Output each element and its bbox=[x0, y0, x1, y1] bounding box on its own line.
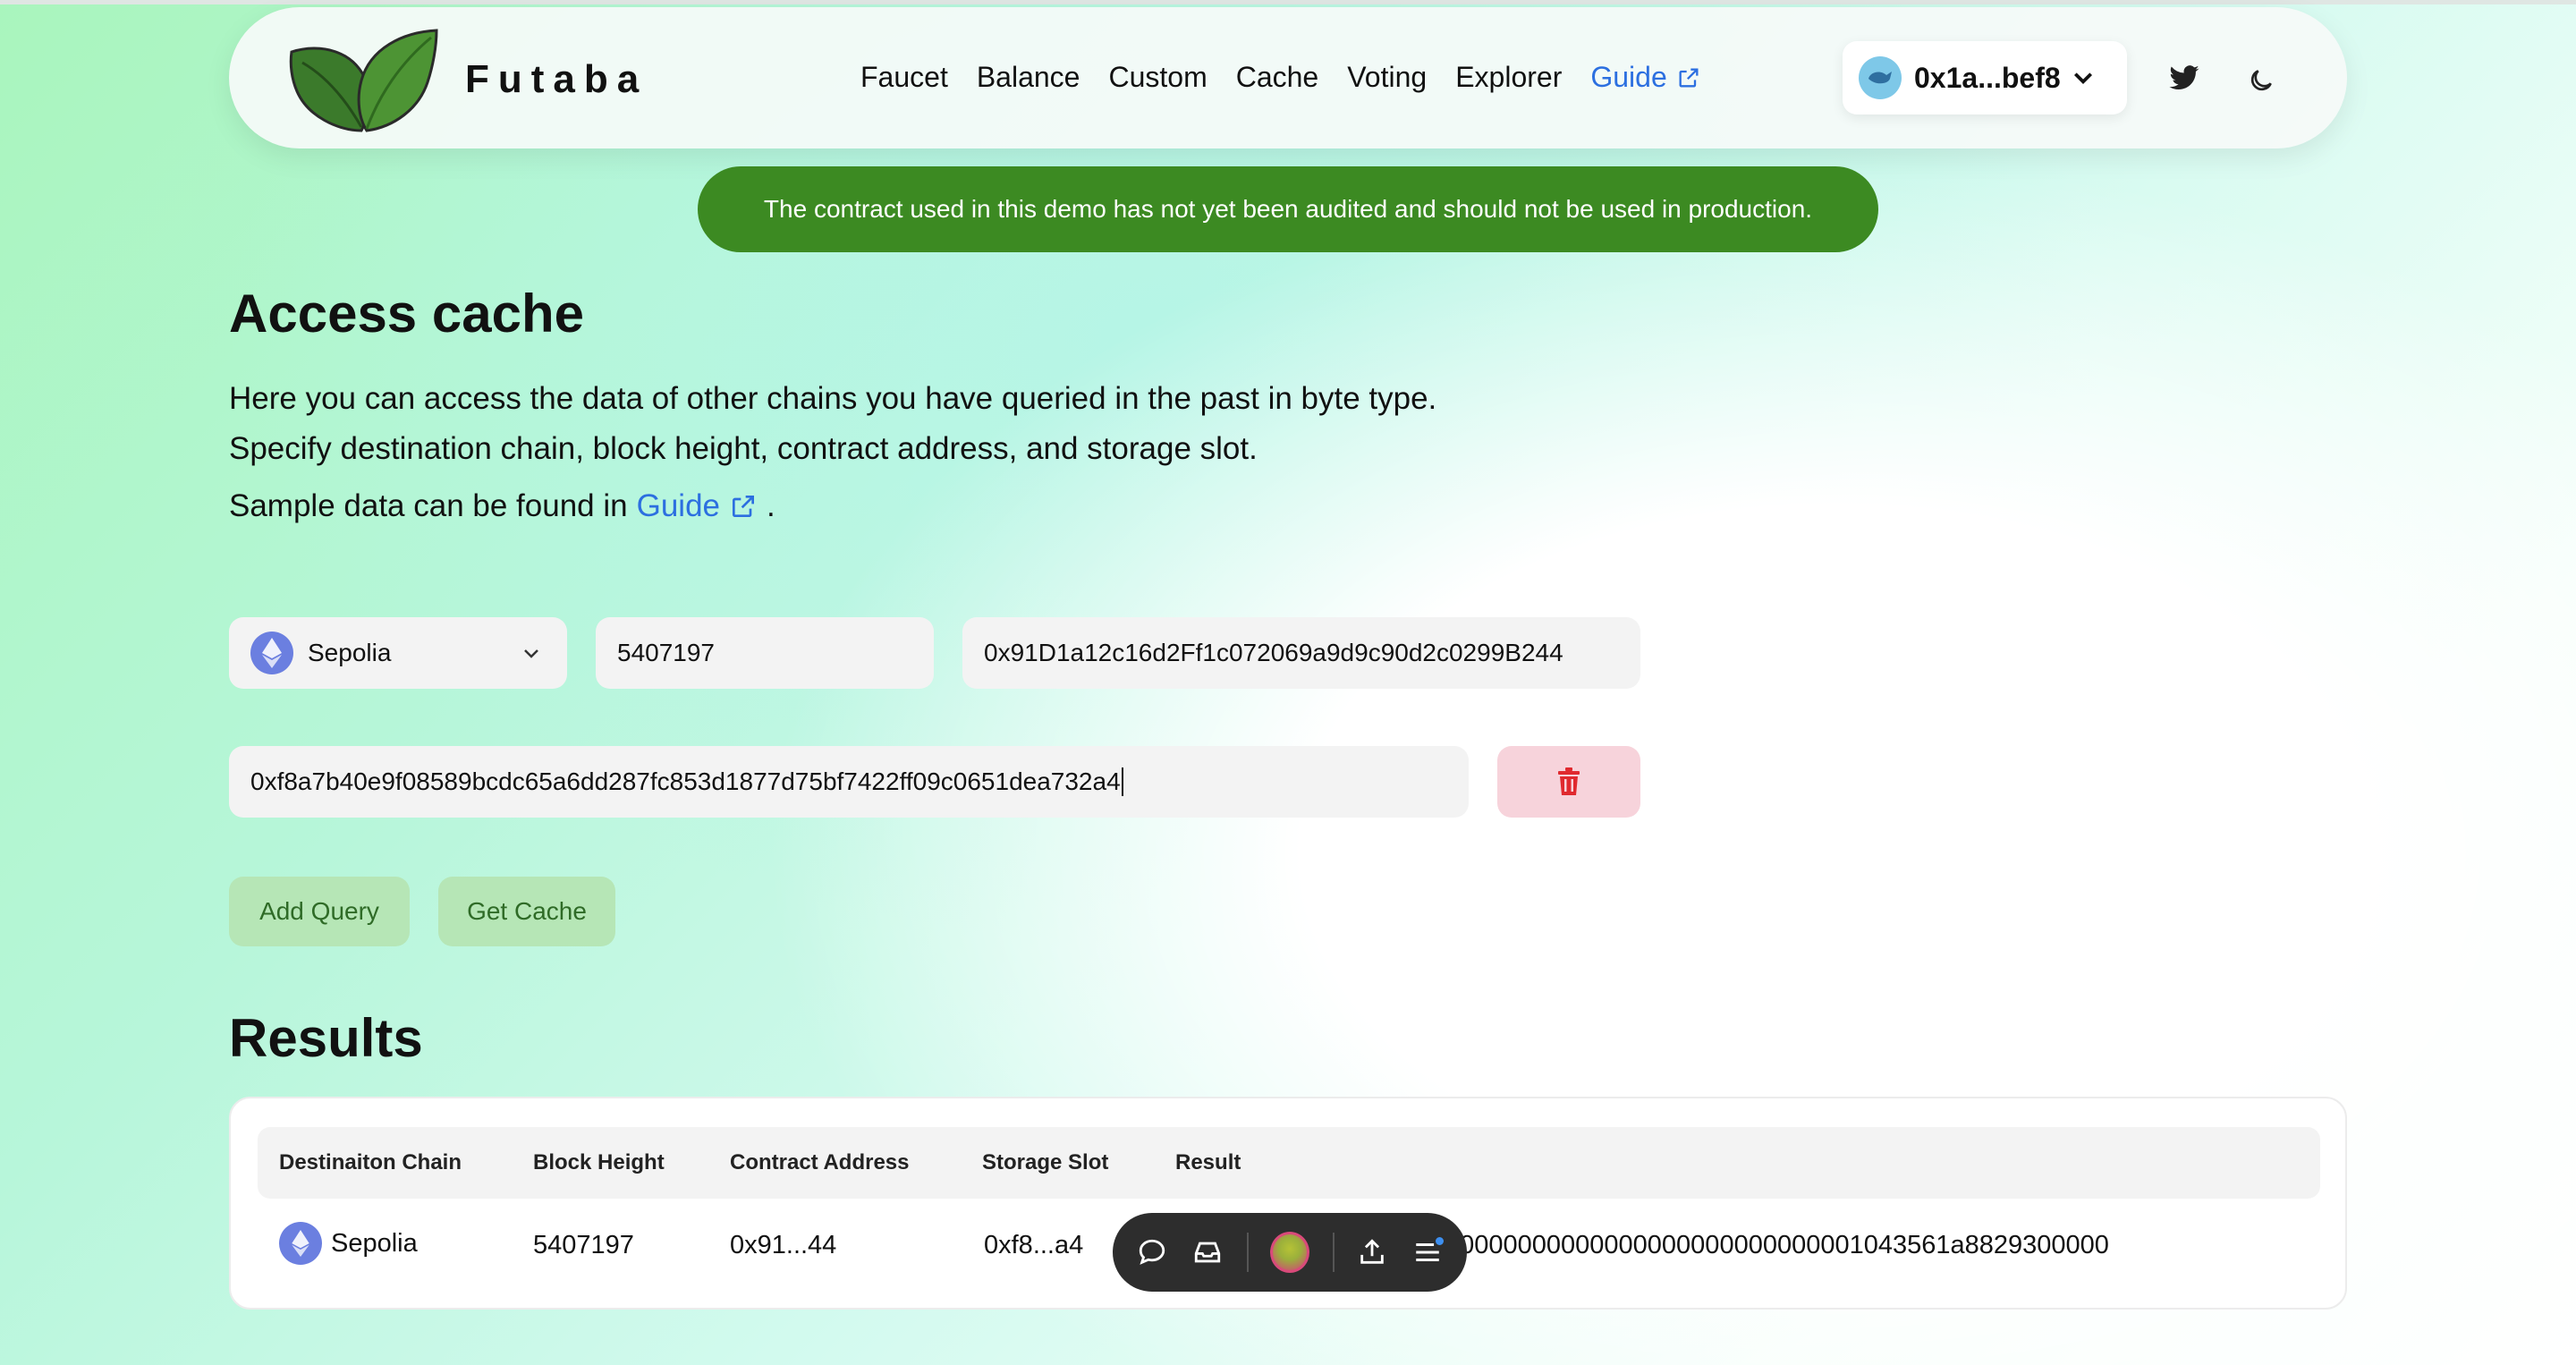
chain-select[interactable]: Sepolia bbox=[229, 617, 567, 689]
column-header-storage-slot: Storage Slot bbox=[982, 1150, 1109, 1174]
chevron-down-icon bbox=[2073, 72, 2092, 85]
menu-icon[interactable] bbox=[1411, 1235, 1444, 1269]
sample-data-prefix: Sample data can be found in bbox=[229, 488, 628, 523]
nav-balance[interactable]: Balance bbox=[977, 61, 1080, 94]
sample-data-line: Sample data can be found in Guide . bbox=[229, 488, 775, 524]
whale-icon bbox=[1868, 72, 1892, 84]
brand-name[interactable]: Futaba bbox=[465, 57, 648, 102]
row-storage-slot: 0xf8...a4 bbox=[984, 1231, 1084, 1259]
ethereum-icon bbox=[279, 1222, 322, 1265]
column-header-contract-address: Contract Address bbox=[730, 1150, 910, 1174]
row-contract-address: 0x91...44 bbox=[730, 1231, 837, 1259]
sample-data-suffix: . bbox=[767, 488, 775, 523]
nav-custom[interactable]: Custom bbox=[1108, 61, 1207, 94]
user-avatar[interactable] bbox=[1270, 1232, 1309, 1273]
ethereum-icon bbox=[250, 632, 293, 674]
description-line-2: Specify destination chain, block height,… bbox=[229, 431, 1258, 466]
toolbar-divider bbox=[1247, 1233, 1250, 1272]
nav-voting[interactable]: Voting bbox=[1347, 61, 1427, 94]
storage-slot-value: 0xf8a7b40e9f08589bcdc65a6dd287fc853d1877… bbox=[250, 767, 1121, 795]
wallet-avatar bbox=[1859, 56, 1902, 99]
moon-icon[interactable] bbox=[2247, 66, 2275, 95]
delete-query-button[interactable] bbox=[1497, 746, 1640, 818]
wallet-button[interactable]: 0x1a...bef8 bbox=[1843, 41, 2127, 114]
navbar: Futaba Faucet Balance Custom Cache Votin… bbox=[229, 7, 2347, 148]
chain-select-value: Sepolia bbox=[308, 639, 392, 666]
chevron-down-icon bbox=[524, 649, 538, 658]
guide-link-label: Guide bbox=[636, 488, 721, 523]
nav-cache[interactable]: Cache bbox=[1236, 61, 1319, 94]
block-height-input[interactable]: 5407197 bbox=[596, 617, 934, 689]
row-block-height: 5407197 bbox=[533, 1231, 634, 1259]
row-chain-name: Sepolia bbox=[331, 1228, 418, 1258]
column-header-block-height: Block Height bbox=[533, 1150, 665, 1174]
contract-address-input[interactable]: 0x91D1a12c16d2Ff1c072069a9d9c90d2c0299B2… bbox=[962, 617, 1640, 689]
floating-toolbar bbox=[1113, 1213, 1467, 1292]
toolbar-divider bbox=[1332, 1233, 1335, 1272]
table-header: Destinaiton Chain Block Height Contract … bbox=[258, 1127, 2320, 1199]
nav-faucet[interactable]: Faucet bbox=[860, 61, 948, 94]
storage-slot-input[interactable]: 0xf8a7b40e9f08589bcdc65a6dd287fc853d1877… bbox=[229, 746, 1469, 818]
guide-link[interactable]: Guide bbox=[637, 488, 758, 524]
notification-dot bbox=[1435, 1237, 1444, 1245]
external-link-icon bbox=[733, 496, 755, 517]
nav-guide-label: Guide bbox=[1590, 61, 1667, 93]
row-result: 00000000000000000000000000001043561a8829… bbox=[1445, 1231, 2109, 1259]
leaf-logo-icon[interactable] bbox=[284, 27, 444, 134]
chat-bubble-icon[interactable] bbox=[1136, 1235, 1168, 1269]
get-cache-button[interactable]: Get Cache bbox=[438, 877, 615, 946]
nav-guide[interactable]: Guide bbox=[1590, 61, 1700, 94]
share-icon[interactable] bbox=[1356, 1235, 1388, 1269]
inbox-icon[interactable] bbox=[1191, 1235, 1224, 1269]
main-nav: Faucet Balance Custom Cache Voting Explo… bbox=[860, 61, 1730, 94]
trash-icon bbox=[1558, 767, 1580, 795]
audit-warning-banner: The contract used in this demo has not y… bbox=[698, 166, 1878, 252]
wallet-address: 0x1a...bef8 bbox=[1914, 61, 2061, 94]
column-header-result: Result bbox=[1175, 1150, 1241, 1174]
row-chain-cell: Sepolia bbox=[279, 1222, 418, 1265]
external-link-icon bbox=[1679, 68, 1699, 87]
nav-explorer[interactable]: Explorer bbox=[1455, 61, 1562, 94]
twitter-icon[interactable] bbox=[2168, 64, 2200, 93]
text-cursor bbox=[1121, 767, 1123, 796]
results-title: Results bbox=[229, 1008, 423, 1068]
window-top-edge bbox=[0, 0, 2576, 4]
add-query-button[interactable]: Add Query bbox=[229, 877, 410, 946]
page-title: Access cache bbox=[229, 284, 584, 343]
description-line-1: Here you can access the data of other ch… bbox=[229, 381, 1437, 416]
column-header-chain: Destinaiton Chain bbox=[279, 1150, 462, 1174]
